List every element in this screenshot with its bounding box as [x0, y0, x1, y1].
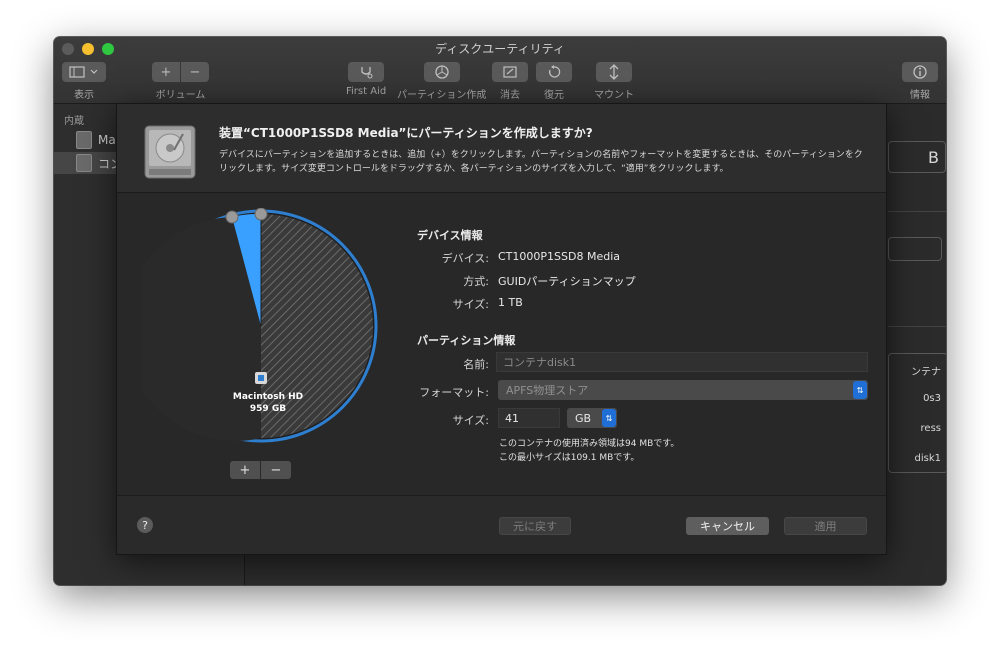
mount-icon	[609, 64, 619, 80]
resize-handle[interactable]	[254, 208, 268, 221]
info-button[interactable]	[902, 62, 938, 82]
resize-handle[interactable]	[225, 210, 239, 224]
list-fragment: 0s3	[923, 393, 941, 404]
partition-name-field[interactable]: コンテナdisk1	[496, 352, 868, 372]
sidebar-item-label: Ma	[98, 133, 116, 147]
pie-partition-label: Macintosh HD 959 GB	[225, 391, 311, 415]
format-label: フォーマット:	[419, 386, 489, 399]
partition-button[interactable]	[423, 62, 460, 82]
partition-label: パーティション作成	[397, 90, 487, 101]
partition-sheet: 装置“CT1000P1SSD8 Media”にパーティションを作成しますか? デ…	[116, 103, 887, 555]
partition-control: パーティション作成	[397, 62, 486, 101]
device-size-label: サイズ:	[452, 298, 489, 311]
view-control: 表示	[62, 62, 106, 101]
hard-disk-icon	[76, 131, 92, 149]
size-unit-popup[interactable]: GB ⇅	[567, 408, 617, 428]
erase-icon	[503, 66, 517, 78]
cancel-button[interactable]: キャンセル	[686, 517, 769, 535]
mount-button[interactable]	[596, 62, 632, 82]
sidebar-section-internal: 内蔵	[64, 116, 84, 127]
partition-size: 959 GB	[249, 404, 287, 414]
background-info-list: ンテナ 0s3 ress disk1	[888, 353, 946, 473]
window-title: ディスクユーティリティ	[435, 42, 565, 56]
first-aid-button[interactable]	[348, 62, 385, 82]
partition-size-field[interactable]: 41	[498, 408, 560, 428]
sheet-title: 装置“CT1000P1SSD8 Media”にパーティションを作成しますか?	[219, 126, 593, 140]
name-label: 名前:	[463, 358, 489, 371]
remove-volume-button[interactable]: −	[181, 62, 209, 82]
scheme-label: 方式:	[463, 275, 489, 288]
add-partition-button[interactable]: +	[230, 461, 260, 479]
partition-add-remove: + −	[230, 461, 291, 479]
info-label: 情報	[910, 90, 930, 101]
list-fragment: ンテナ	[911, 367, 941, 378]
volume-control: + − ボリューム	[152, 62, 209, 101]
sheet-footer: ? 元に戻す キャンセル 適用	[117, 495, 886, 554]
first-aid-label: First Aid	[346, 86, 387, 97]
minimum-size-note: この最小サイズは109.1 MBです。	[499, 453, 640, 463]
scheme-value: GUIDパーティションマップ	[498, 275, 636, 288]
help-button[interactable]: ?	[137, 517, 153, 533]
mount-control: マウント	[594, 62, 634, 101]
partition-name: Macintosh HD	[232, 392, 304, 402]
restore-icon	[548, 65, 561, 78]
view-label: 表示	[74, 90, 94, 101]
background-field-fragment	[888, 237, 942, 261]
remove-partition-button[interactable]: −	[261, 461, 291, 479]
erase-control: 消去	[492, 62, 528, 101]
sheet-header: 装置“CT1000P1SSD8 Media”にパーティションを作成しますか? デ…	[117, 104, 886, 193]
first-aid-control: First Aid	[346, 62, 386, 97]
stethoscope-icon	[361, 67, 373, 79]
size-note: このコンテナの使用済み領域は94 MBです。 この最小サイズは109.1 MBで…	[499, 437, 679, 465]
hard-drive-icon	[144, 125, 196, 179]
revert-button[interactable]: 元に戻す	[499, 517, 571, 535]
apply-button[interactable]: 適用	[784, 517, 867, 535]
device-value: CT1000P1SSD8 Media	[498, 250, 620, 263]
device-info-heading: デバイス情報	[417, 229, 483, 242]
device-size-value: 1 TB	[498, 296, 523, 309]
sidebar-view-icon	[69, 66, 98, 78]
restore-button[interactable]	[536, 62, 572, 82]
chevron-updown-icon: ⇅	[853, 381, 867, 399]
list-fragment: ress	[920, 423, 941, 434]
size-unit-value: GB	[575, 411, 592, 425]
erase-label: 消去	[500, 90, 520, 101]
toolbar: ディスクユーティリティ 表示 + − ボリューム First Aid パーティシ…	[54, 37, 946, 104]
capacity-unit-fragment: B	[888, 141, 946, 173]
info-control: 情報	[902, 62, 938, 101]
add-volume-button[interactable]: +	[152, 62, 180, 82]
pie-partition-icon	[435, 65, 449, 79]
container-icon	[76, 154, 92, 172]
info-icon	[913, 65, 927, 79]
restore-control: 復元	[536, 62, 572, 101]
used-space-note: このコンテナの使用済み領域は94 MBです。	[499, 439, 680, 449]
format-popup[interactable]: APFS物理ストア ⇅	[498, 380, 868, 400]
sheet-description: デバイスにパーティションを追加するときは、追加（+）をクリックします。パーティシ…	[219, 150, 863, 174]
list-fragment: disk1	[914, 453, 942, 464]
view-button[interactable]	[62, 62, 106, 82]
partition-info-heading: パーティション情報	[417, 334, 516, 347]
format-value: APFS物理ストア	[506, 384, 589, 397]
volume-label: ボリューム	[155, 90, 206, 101]
chevron-updown-icon: ⇅	[602, 409, 616, 427]
restore-label: 復元	[544, 90, 564, 101]
partition-size-label: サイズ:	[452, 414, 489, 427]
erase-button[interactable]	[492, 62, 528, 82]
device-label: デバイス:	[441, 252, 489, 265]
mount-label: マウント	[594, 90, 634, 101]
